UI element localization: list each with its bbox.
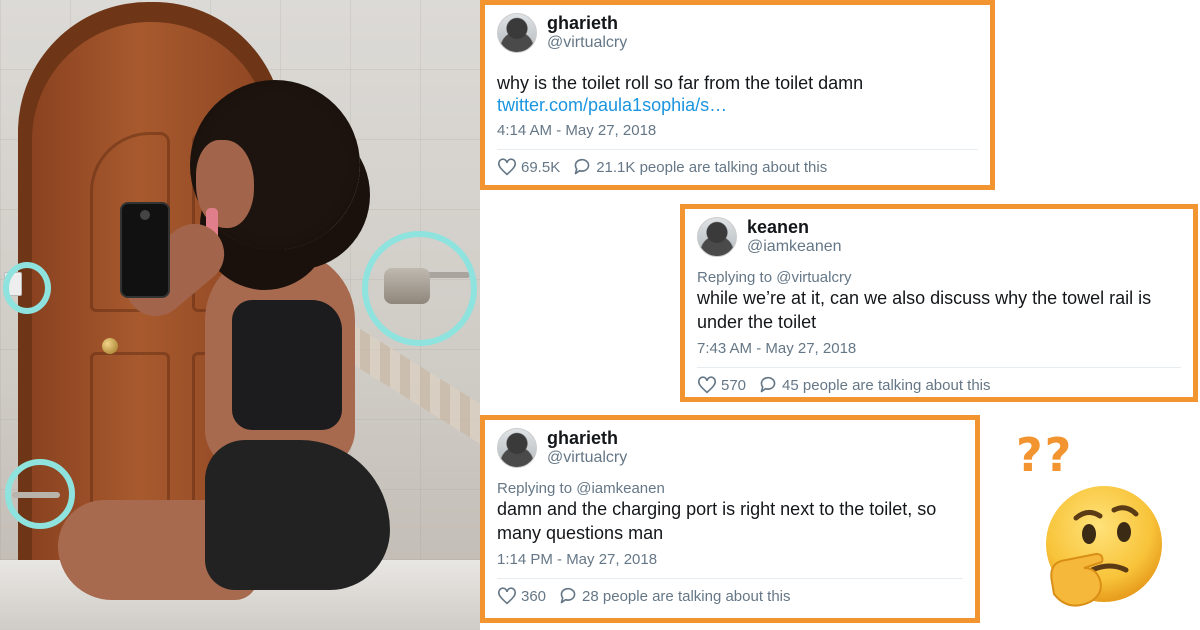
tweet-header: keanen @iamkeanen (697, 217, 1181, 257)
speech-bubble-icon (760, 376, 776, 393)
door-knob (102, 338, 118, 354)
smartphone (120, 202, 170, 298)
tweet-timestamp[interactable]: 7:43 AM - May 27, 2018 (697, 340, 1181, 357)
highlight-circle-charging-port (3, 262, 51, 314)
avatar[interactable] (697, 217, 737, 257)
like-button[interactable]: 69.5K (497, 158, 560, 176)
like-count: 69.5K (521, 158, 561, 176)
highlight-circle-toilet-roll (362, 231, 477, 346)
tweet-card: gharieth @virtualcry why is the toilet r… (480, 0, 995, 190)
bathroom-selfie-photo (0, 0, 480, 630)
person-face (196, 140, 254, 228)
question-marks: ?? (1016, 428, 1074, 482)
tweet-author: keanen @iamkeanen (747, 217, 842, 256)
display-name[interactable]: gharieth (547, 428, 627, 449)
speech-bubble-icon (574, 158, 590, 175)
tweet-text: why is the toilet roll so far from the t… (497, 73, 864, 93)
talking-count: 45 people are talking about this (782, 376, 991, 394)
display-name[interactable]: keanen (747, 217, 842, 238)
thinking-face-emoji-icon (1046, 486, 1162, 607)
conversation-link[interactable]: 45 people are talking about this (758, 376, 991, 394)
user-handle[interactable]: @virtualcry (547, 34, 627, 52)
like-button[interactable]: 570 (697, 376, 746, 394)
avatar[interactable] (497, 428, 537, 468)
like-count: 570 (721, 376, 747, 394)
tweet-text: while we’re at it, can we also discuss w… (697, 288, 1152, 332)
tweet-timestamp[interactable]: 4:14 AM - May 27, 2018 (497, 122, 978, 139)
user-handle[interactable]: @virtualcry (547, 449, 627, 467)
tweet-author: gharieth @virtualcry (547, 13, 627, 52)
like-button[interactable]: 360 (497, 587, 546, 605)
tweet-card: gharieth @virtualcry Replying to @iamkea… (480, 415, 980, 623)
tweet-author: gharieth @virtualcry (547, 428, 627, 467)
tweet-link[interactable]: twitter.com/paula1sophia/s… (497, 95, 978, 116)
avatar[interactable] (497, 13, 537, 53)
tweet-header: gharieth @virtualcry (497, 428, 963, 468)
heart-icon (498, 587, 516, 605)
display-name[interactable]: gharieth (547, 13, 627, 34)
talking-count: 21.1K people are talking about this (596, 158, 828, 176)
like-count: 360 (521, 587, 547, 605)
conversation-link[interactable]: 21.1K people are talking about this (572, 158, 827, 176)
replying-to[interactable]: Replying to @iamkeanen (497, 480, 963, 497)
heart-icon (498, 158, 516, 176)
speech-bubble-icon (560, 587, 576, 604)
heart-icon (698, 376, 716, 394)
tweet-actions: 360 28 people are talking about this (497, 578, 963, 613)
black-tank-top (232, 300, 342, 430)
replying-to[interactable]: Replying to @virtualcry (697, 269, 1181, 286)
tweet-actions: 69.5K 21.1K people are talking about thi… (497, 149, 978, 184)
talking-count: 28 people are talking about this (582, 587, 791, 605)
highlight-circle-towel-rail (5, 459, 75, 529)
user-handle[interactable]: @iamkeanen (747, 238, 842, 256)
tweet-card: keanen @iamkeanen Replying to @virtualcr… (680, 204, 1198, 402)
tweet-actions: 570 45 people are talking about this (697, 367, 1181, 402)
phone-camera (140, 210, 150, 220)
tweet-header: gharieth @virtualcry (497, 13, 978, 53)
tweet-timestamp[interactable]: 1:14 PM - May 27, 2018 (497, 551, 963, 568)
tweet-text: damn and the charging port is right next… (497, 499, 937, 543)
conversation-link[interactable]: 28 people are talking about this (558, 587, 791, 605)
